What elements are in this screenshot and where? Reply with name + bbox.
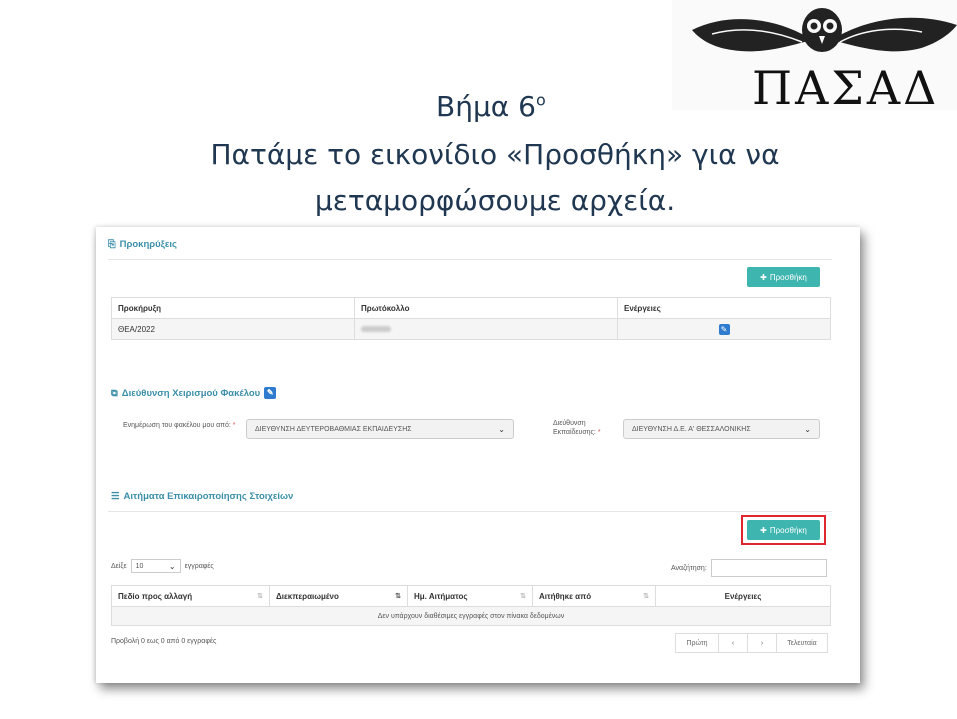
document-icon: ⎘ (108, 239, 116, 250)
pager-last-button[interactable]: Τελευταία (776, 633, 828, 653)
chevron-down-icon: ⌄ (498, 424, 505, 434)
update-requests-add-button[interactable]: ✚ Προσθήκη (747, 520, 820, 540)
column-header[interactable]: Ημ. Αιτήματος ⇅ (407, 585, 533, 607)
education-directorate-select[interactable]: ΔΙΕΥΘΥΝΣΗ Δ.Ε. Α' ΘΕΣΣΑΛΟΝΙΚΗΣ ⌄ (623, 419, 820, 439)
plus-icon: ✚ (760, 272, 767, 282)
column-header[interactable]: Διεκπεραιωμένο ⇅ (269, 585, 408, 607)
column-header[interactable]: Πρωτόκολλο (354, 297, 618, 319)
copy-icon: ⧉ (111, 387, 118, 399)
column-header[interactable]: Πεδίο προς αλλαγή ⇅ (111, 585, 270, 607)
instruction-line-1: Πατάμε το εικονίδιο «Προσθήκη» για να (210, 138, 780, 171)
instruction-line-2: μεταμορφώσουμε αρχεία. (314, 184, 676, 217)
announcement-cell: ΘΕΑ/2022 (111, 318, 355, 340)
column-header: Ενέργειες (655, 585, 831, 607)
plus-icon: ✚ (760, 525, 767, 535)
table-info: Προβολή 0 εως 0 από 0 εγγραφές (111, 638, 217, 645)
column-header: Ενέργειες (617, 297, 831, 319)
table-row: Δεν υπάρχουν διαθέσιμες εγγραφές στον πί… (111, 606, 831, 626)
redacted-value (361, 325, 391, 332)
education-directorate-label: Διεύθυνση Εκπαίδευσης: * (553, 420, 601, 436)
update-requests-table: Πεδίο προς αλλαγή ⇅ Διεκπεραιωμένο ⇅ Ημ. Α… (111, 585, 831, 626)
update-from-label: Ενημέρωση του φακέλου μου από: * (123, 422, 236, 429)
column-header[interactable]: Προκήρυξη (111, 297, 355, 319)
pagination: Πρώτη ‹ › Τελευταία (675, 633, 828, 653)
edit-icon[interactable]: ✎ (718, 323, 730, 335)
announcements-title: Προκηρύξεις (119, 239, 177, 250)
announcements-table: Προκήρυξη Πρωτόκολλο Ενέργειες ΘΕΑ/2022 … (111, 297, 831, 340)
chevron-down-icon: ⌄ (804, 424, 811, 434)
edit-icon[interactable]: ✎ (264, 387, 277, 399)
actions-cell: ✎ (617, 318, 831, 340)
update-requests-header: ☰ Αιτήματα Επικαιροποίησης Στοιχείων (111, 491, 293, 502)
announcements-add-button[interactable]: ✚ Προσθήκη (747, 267, 820, 287)
pasad-logo: ΠΑΣΑΔ (672, 0, 957, 115)
announcements-header: ⎘ Προκηρύξεις (108, 239, 177, 250)
empty-message: Δεν υπάρχουν διαθέσιμες εγγραφές στον πί… (111, 606, 831, 626)
svg-text:ΠΑΣΑΔ: ΠΑΣΑΔ (752, 61, 939, 110)
list-icon: ☰ (111, 491, 120, 502)
search-input[interactable] (710, 559, 827, 577)
folder-management-header: ⧉ Διεύθυνση Χειρισμού Φακέλου ✎ (111, 387, 277, 399)
update-requests-title: Αιτήματα Επικαιροποίησης Στοιχείων (123, 491, 294, 502)
column-header[interactable]: Αιτήθηκε από ⇅ (532, 585, 656, 607)
pager-prev-button[interactable]: ‹ (718, 633, 748, 653)
update-from-select[interactable]: ΔΙΕΥΘΥΝΣΗ ΔΕΥΤΕΡΟΒΑΘΜΙΑΣ ΕΚΠΑΙΔΕΥΣΗΣ ⌄ (246, 419, 514, 439)
pager-next-button[interactable]: › (747, 633, 777, 653)
app-screenshot: ⎘ Προκηρύξεις ✚ Προσθήκη Προκήρυξη Πρωτόκ… (96, 227, 860, 683)
search-control: Αναζήτηση: (671, 559, 827, 577)
page-size-select[interactable]: 10 ⌄ (130, 559, 181, 573)
pager-first-button[interactable]: Πρώτη (675, 633, 719, 653)
page-size-control: Δείξε 10 ⌄ εγγραφές (111, 559, 214, 573)
folder-management-title: Διεύθυνση Χειρισμού Φακέλου (121, 387, 261, 399)
protocol-cell (354, 318, 618, 340)
chevron-down-icon: ⌄ (168, 561, 176, 571)
step-title: Βήμα 6ο (436, 90, 546, 123)
table-row: ΘΕΑ/2022 ✎ (111, 318, 831, 340)
